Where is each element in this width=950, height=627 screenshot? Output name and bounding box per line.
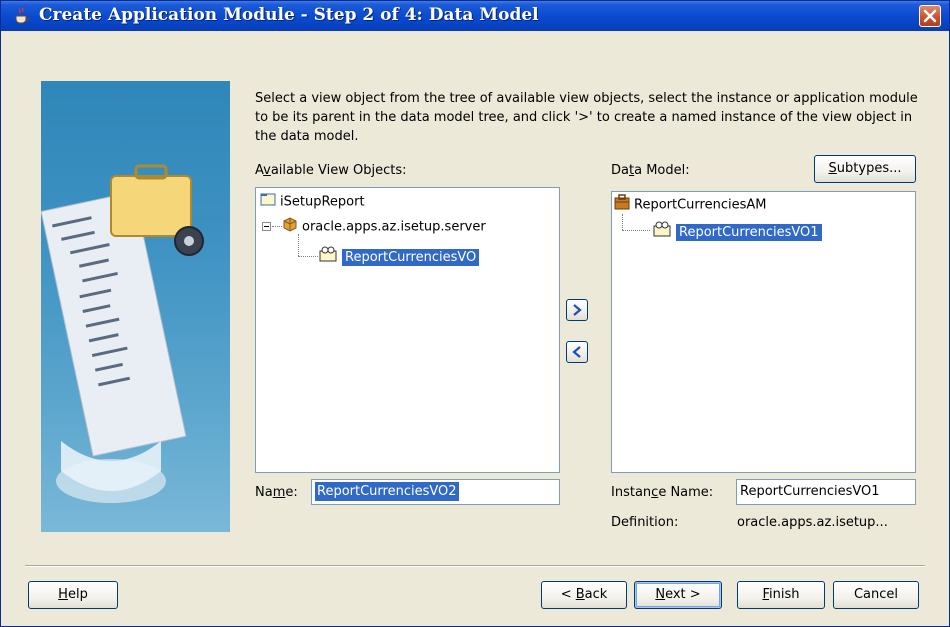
add-to-model-button[interactable]: [566, 299, 588, 321]
subtypes-button[interactable]: Subtypes...: [814, 155, 916, 183]
window-title: Create Application Module - Step 2 of 4:…: [39, 5, 539, 25]
folder-icon: [260, 192, 276, 212]
remove-from-model-button[interactable]: [566, 341, 588, 363]
available-view-objects-tree[interactable]: iSetupReport oracle.apps.az.isetup.serve…: [255, 187, 560, 473]
view-object-icon: [652, 220, 672, 244]
available-view-objects-label: Available View Objects:: [255, 163, 407, 178]
chevron-right-icon: [573, 304, 582, 316]
finish-button[interactable]: Finish: [737, 581, 825, 609]
application-module-icon: [614, 194, 630, 216]
wizard-side-image: [41, 81, 230, 532]
tree-node-package[interactable]: oracle.apps.az.isetup.server: [282, 216, 486, 236]
dialog-window: Create Application Module - Step 2 of 4:…: [0, 0, 950, 627]
definition-value: oracle.apps.az.isetup...: [737, 515, 888, 530]
package-icon: [282, 216, 298, 238]
close-icon: [923, 9, 937, 23]
back-button[interactable]: < Back: [541, 581, 627, 609]
collapse-toggle[interactable]: [262, 222, 271, 231]
tree-node-isetupreport[interactable]: iSetupReport: [260, 192, 365, 212]
title-bar[interactable]: Create Application Module - Step 2 of 4:…: [1, 1, 949, 31]
view-object-icon: [318, 245, 338, 269]
name-label: Name:: [255, 485, 298, 500]
tree-node-application-module[interactable]: ReportCurrenciesAM: [614, 194, 766, 214]
separator: [25, 565, 925, 567]
help-button[interactable]: Help: [28, 581, 118, 609]
tree-node-view-object-instance[interactable]: ReportCurrenciesVO1: [652, 220, 822, 241]
name-input[interactable]: ReportCurrenciesVO2: [311, 479, 560, 505]
chevron-left-icon: [572, 346, 581, 358]
java-cup-icon: [13, 7, 31, 25]
close-button[interactable]: [919, 5, 941, 27]
definition-label: Definition:: [611, 515, 679, 530]
instance-name-label: Instance Name:: [611, 485, 714, 500]
data-model-label: Data Model:: [611, 163, 690, 178]
next-button[interactable]: Next >: [634, 581, 722, 609]
instructions-text: Select a view object from the tree of av…: [255, 91, 918, 144]
data-model-tree[interactable]: ReportCurrenciesAM ReportCurrenciesVO1: [611, 191, 916, 473]
instance-name-input[interactable]: ReportCurrenciesVO1: [736, 479, 916, 505]
cancel-button[interactable]: Cancel: [833, 581, 919, 609]
tree-node-view-object[interactable]: ReportCurrenciesVO: [318, 245, 480, 266]
